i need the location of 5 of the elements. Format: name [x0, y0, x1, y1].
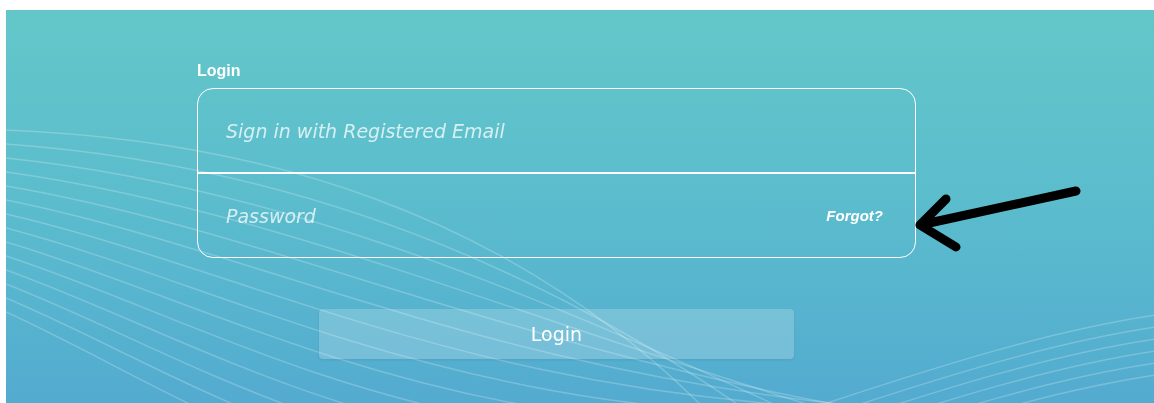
email-field[interactable]: Sign in with Registered Email [226, 115, 883, 146]
form-label: Login [197, 62, 241, 80]
forgot-link[interactable]: Forgot? [826, 207, 883, 224]
login-button[interactable]: Login [319, 309, 794, 359]
password-field[interactable]: Password [226, 200, 827, 231]
